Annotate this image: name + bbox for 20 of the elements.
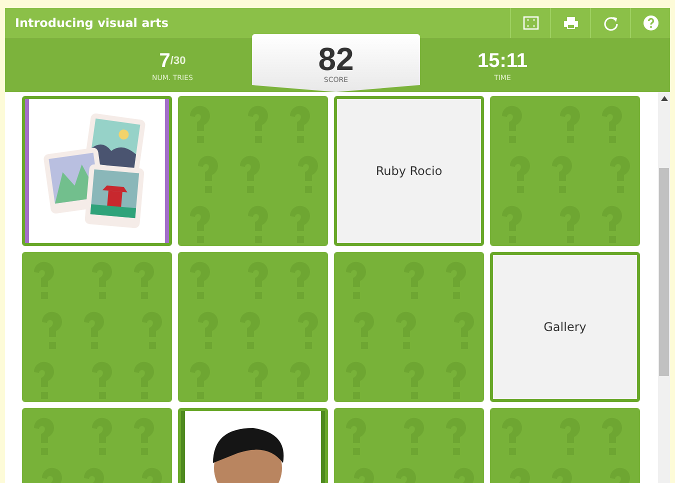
- window-title: Introducing visual arts: [14, 16, 170, 30]
- card-back[interactable]: [178, 96, 328, 246]
- screen-icon: [522, 15, 538, 31]
- card-back[interactable]: [490, 96, 640, 246]
- print-icon: [562, 15, 578, 31]
- card[interactable]: Gallery: [490, 252, 640, 402]
- scroll-up-icon[interactable]: [660, 96, 668, 101]
- card-text: Ruby Rocio: [376, 164, 442, 178]
- card-back[interactable]: [334, 252, 484, 402]
- picture-card[interactable]: [22, 96, 172, 246]
- help-icon: [642, 15, 658, 31]
- card-back[interactable]: [178, 252, 328, 402]
- scroll-thumb[interactable]: [659, 168, 669, 376]
- card-back[interactable]: [22, 252, 172, 402]
- restart-icon: [602, 15, 618, 31]
- card-text: Gallery: [544, 320, 586, 334]
- score-value: 82: [318, 42, 354, 76]
- scrollbar[interactable]: [658, 92, 670, 483]
- card[interactable]: Ruby Rocio: [334, 96, 484, 246]
- time-value: 15:11: [477, 50, 528, 72]
